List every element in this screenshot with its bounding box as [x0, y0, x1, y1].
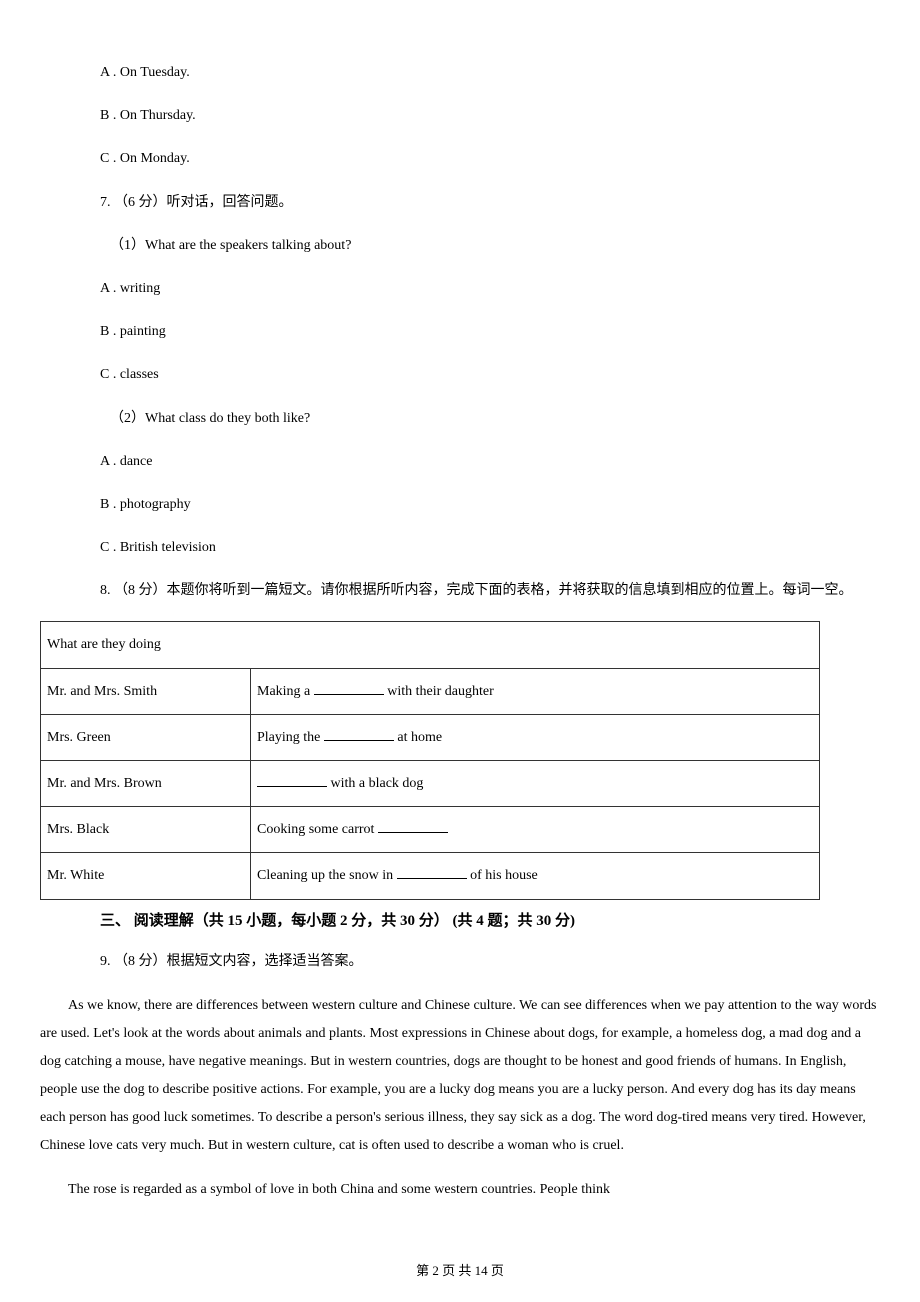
q7-sub2-a: A . dance — [38, 449, 882, 474]
q6-option-a: A . On Tuesday. — [38, 60, 882, 85]
q7-sub1-c: C . classes — [38, 362, 882, 387]
table-cell: with a black dog — [251, 761, 820, 807]
section-3-title: 三、 阅读理解（共 15 小题，每小题 2 分，共 30 分） (共 4 题；共… — [38, 908, 882, 935]
fill-blank[interactable] — [397, 865, 467, 879]
q9-stem: 9. （8 分）根据短文内容，选择适当答案。 — [38, 949, 882, 974]
table-cell: Cooking some carrot — [251, 807, 820, 853]
fill-blank[interactable] — [378, 819, 448, 833]
table-cell: Playing the at home — [251, 714, 820, 760]
table-row: What are they doing — [41, 622, 820, 668]
fill-blank[interactable] — [257, 773, 327, 787]
q9-para2: The rose is regarded as a symbol of love… — [38, 1176, 882, 1204]
table-row: Mr. and Mrs. Smith Making a with their d… — [41, 668, 820, 714]
fill-blank[interactable] — [314, 681, 384, 695]
table-cell: Making a with their daughter — [251, 668, 820, 714]
q9-para1: As we know, there are differences betwee… — [38, 992, 882, 1160]
q8-table: What are they doing Mr. and Mrs. Smith M… — [40, 621, 820, 899]
q7-sub1-b: B . painting — [38, 319, 882, 344]
fill-blank[interactable] — [324, 727, 394, 741]
table-cell: Mrs. Black — [41, 807, 251, 853]
page-footer: 第 2 页 共 14 页 — [0, 1259, 920, 1282]
q7-sub2-b: B . photography — [38, 492, 882, 517]
table-cell: Mr. White — [41, 853, 251, 899]
cell-text: Cleaning up the snow in — [257, 868, 397, 883]
q6-option-b: B . On Thursday. — [38, 103, 882, 128]
cell-text: Making a — [257, 684, 314, 699]
q7-stem: 7. （6 分）听对话，回答问题。 — [38, 190, 882, 215]
cell-text: of his house — [467, 868, 538, 883]
cell-text: Cooking some carrot — [257, 822, 378, 837]
cell-text: with their daughter — [384, 684, 494, 699]
table-cell: Cleaning up the snow in of his house — [251, 853, 820, 899]
table-row: Mrs. Green Playing the at home — [41, 714, 820, 760]
cell-text: at home — [394, 730, 442, 745]
table-row: Mr. and Mrs. Brown with a black dog — [41, 761, 820, 807]
table-row: Mrs. Black Cooking some carrot — [41, 807, 820, 853]
q7-sub2: （2）What class do they both like? — [38, 406, 882, 431]
table-header: What are they doing — [41, 622, 820, 668]
cell-text: Playing the — [257, 730, 324, 745]
table-cell: Mr. and Mrs. Smith — [41, 668, 251, 714]
table-cell: Mr. and Mrs. Brown — [41, 761, 251, 807]
q7-sub1: （1）What are the speakers talking about? — [38, 233, 882, 258]
q8-stem: 8. （8 分）本题你将听到一篇短文。请你根据所听内容，完成下面的表格，并将获取… — [38, 578, 882, 603]
q7-sub2-c: C . British television — [38, 535, 882, 560]
table-row: Mr. White Cleaning up the snow in of his… — [41, 853, 820, 899]
q6-option-c: C . On Monday. — [38, 146, 882, 171]
q7-sub1-a: A . writing — [38, 276, 882, 301]
table-cell: Mrs. Green — [41, 714, 251, 760]
cell-text: with a black dog — [327, 776, 423, 791]
